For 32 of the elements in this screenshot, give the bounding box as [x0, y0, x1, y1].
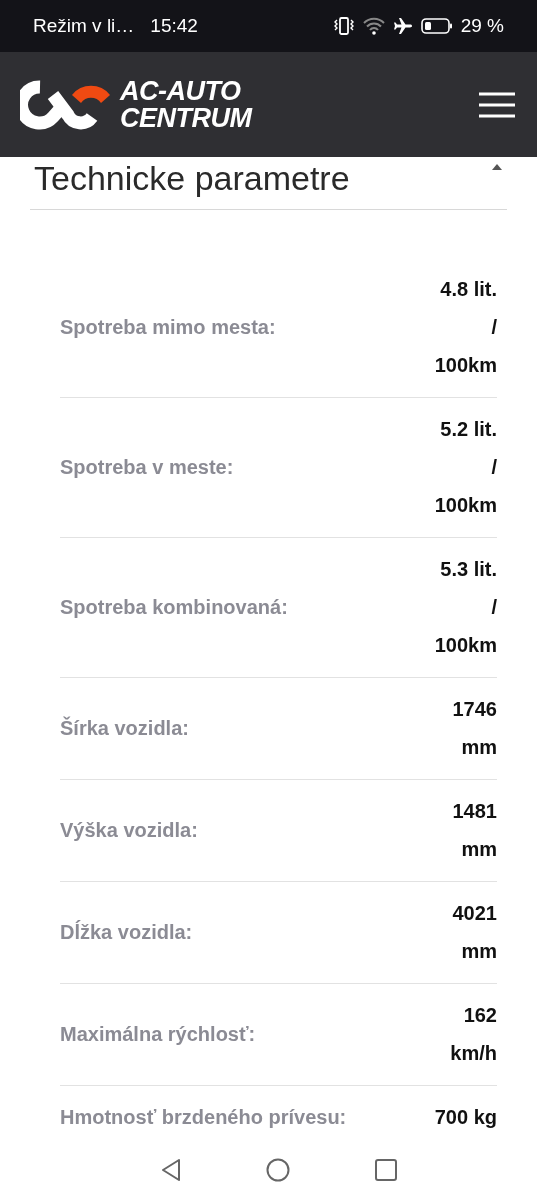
menu-icon[interactable]: [479, 91, 515, 118]
parameter-value: 4.8 lit. / 100km: [433, 277, 497, 378]
clock: 15:42: [150, 13, 198, 38]
section-title: Technicke parametre: [34, 158, 350, 199]
parameter-label: Výška vozidla:: [60, 818, 198, 843]
battery-icon: [420, 17, 453, 35]
parameter-label: Maximálna rýchlosť:: [60, 1022, 256, 1047]
parameter-value: 1746 mm: [451, 697, 497, 760]
parameter-label: Hmotnosť brzdeného prívesu:: [60, 1105, 347, 1130]
wifi-icon: [362, 17, 385, 35]
parameter-label: Dĺžka vozidla:: [60, 919, 193, 945]
parameter-value: 5.2 lit. / 100km: [433, 417, 497, 518]
recent-apps-icon[interactable]: [374, 1159, 397, 1181]
brand-name: CENTRUM: [120, 104, 252, 132]
logo-icon: [20, 78, 112, 131]
battery-percentage: 29 %: [460, 13, 504, 38]
parameter-value: 162 km/h: [449, 1003, 497, 1066]
parameter-label: Spotreba kombinovaná:: [60, 595, 288, 620]
parameter-label: Šírka vozidla:: [60, 715, 189, 741]
parameter-value: 700 kg: [433, 1105, 497, 1130]
parameter-value: 4021 mm: [451, 901, 497, 964]
parameter-value: 5.3 lit. / 100km: [433, 557, 497, 658]
home-icon[interactable]: [265, 1158, 290, 1182]
back-icon[interactable]: [160, 1158, 181, 1182]
parameter-value: 1481 mm: [451, 799, 497, 862]
notification-text: Režim v li…: [33, 13, 135, 38]
airplane-icon: [392, 17, 413, 35]
collapse-icon[interactable]: [491, 163, 503, 171]
parameter-label: Spotreba v meste:: [60, 455, 234, 480]
brand-name: AC-AUTO: [120, 77, 242, 105]
vibrate-icon: [332, 16, 355, 36]
parameter-label: Spotreba mimo mesta:: [60, 315, 276, 340]
